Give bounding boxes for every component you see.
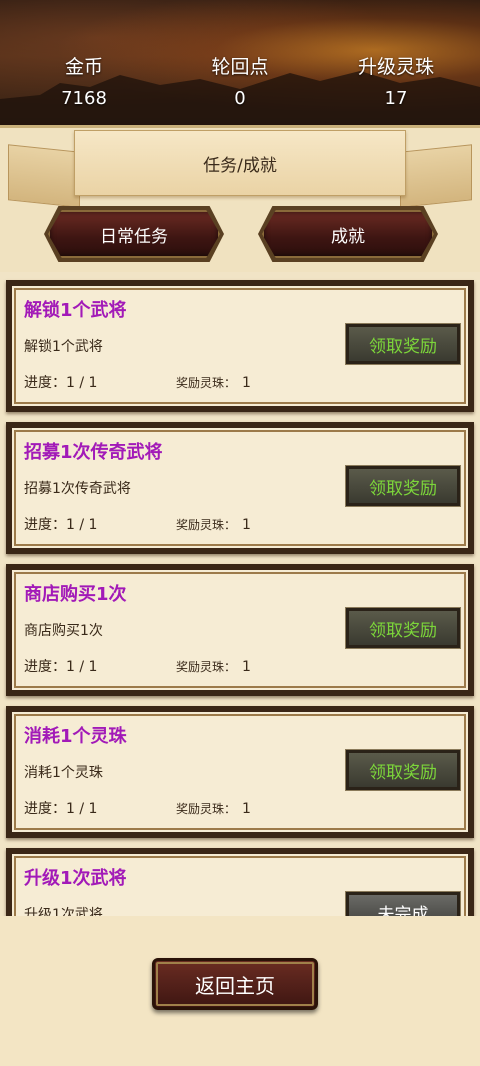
task-description: 升级1次武将 [24, 907, 103, 916]
task-title: 商店购买1次 [24, 584, 127, 605]
task-description: 商店购买1次 [24, 623, 103, 639]
task-progress: 进度：1 / 1 [24, 801, 98, 817]
reward-label: 奖励灵珠： [176, 376, 237, 390]
task-title: 升级1次武将 [24, 868, 127, 889]
header-banner: 金币 7168 轮回点 0 升级灵珠 17 [0, 0, 480, 125]
task-description: 解锁1个武将 [24, 339, 103, 355]
task-reward: 奖励灵珠： 1 [176, 658, 251, 675]
task-reward: 奖励灵珠： 1 [176, 374, 251, 391]
tab-achievements[interactable]: 成就 [262, 210, 434, 258]
stat-label: 升级灵珠 [357, 56, 434, 78]
scroll-end-left-icon [8, 144, 80, 208]
reward-label: 奖励灵珠： [176, 802, 237, 816]
task-card: 升级1次武将 升级1次武将 未完成 [6, 848, 474, 916]
stat-value: 17 [384, 88, 408, 109]
task-title: 解锁1个武将 [24, 300, 127, 321]
task-card: 消耗1个灵珠 消耗1个灵珠 进度：1 / 1 奖励灵珠： 1 领取奖励 [6, 706, 474, 838]
return-home-button[interactable]: 返回主页 [152, 958, 318, 1010]
stat-label: 金币 [64, 56, 103, 78]
claim-reward-button[interactable]: 领取奖励 [345, 749, 461, 791]
stat-label: 轮回点 [211, 56, 269, 78]
tab-daily-tasks[interactable]: 日常任务 [48, 210, 220, 258]
title-scroll: 任务/成就 [74, 130, 406, 196]
task-card: 招募1次传奇武将 招募1次传奇武将 进度：1 / 1 奖励灵珠： 1 领取奖励 [6, 422, 474, 554]
task-description: 招募1次传奇武将 [24, 481, 131, 497]
reward-value: 1 [242, 659, 251, 675]
reward-value: 1 [242, 375, 251, 391]
task-title: 消耗1个灵珠 [24, 726, 127, 747]
task-title: 招募1次传奇武将 [24, 442, 163, 463]
reward-label: 奖励灵珠： [176, 518, 237, 532]
task-list[interactable]: 解锁1个武将 解锁1个武将 进度：1 / 1 奖励灵珠： 1 领取奖励 招募1次传… [0, 272, 480, 916]
stat-value: 7168 [61, 88, 107, 109]
task-card: 商店购买1次 商店购买1次 进度：1 / 1 奖励灵珠： 1 领取奖励 [6, 564, 474, 696]
claim-reward-button[interactable]: 领取奖励 [345, 323, 461, 365]
task-reward: 奖励灵珠： 1 [176, 800, 251, 817]
task-reward: 奖励灵珠： 1 [176, 516, 251, 533]
task-progress: 进度：1 / 1 [24, 659, 98, 675]
task-card: 解锁1个武将 解锁1个武将 进度：1 / 1 奖励灵珠： 1 领取奖励 [6, 280, 474, 412]
task-progress: 进度：1 / 1 [24, 375, 98, 391]
incomplete-button[interactable]: 未完成 [345, 891, 461, 916]
reward-value: 1 [242, 517, 251, 533]
page-title: 任务/成就 [203, 155, 277, 176]
stat-upgrade-orbs: 升级灵珠 17 [326, 54, 466, 112]
reward-label: 奖励灵珠： [176, 660, 237, 674]
stat-value: 0 [234, 88, 246, 109]
claim-reward-button[interactable]: 领取奖励 [345, 607, 461, 649]
claim-reward-button[interactable]: 领取奖励 [345, 465, 461, 507]
scroll-end-right-icon [400, 144, 472, 208]
stat-gold: 金币 7168 [14, 54, 154, 112]
task-description: 消耗1个灵珠 [24, 765, 103, 781]
task-progress: 进度：1 / 1 [24, 517, 98, 533]
stat-reincarnation-points: 轮回点 0 [170, 54, 310, 112]
reward-value: 1 [242, 801, 251, 817]
